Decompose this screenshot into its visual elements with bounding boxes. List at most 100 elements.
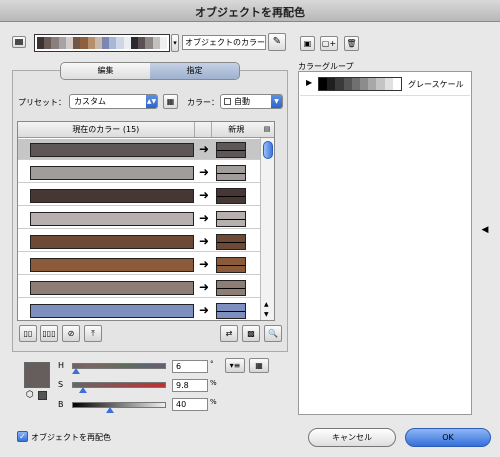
new-color-swatch[interactable] xyxy=(216,142,246,158)
mode-tabs: 編集 指定 xyxy=(60,62,240,80)
brightness-slider[interactable] xyxy=(72,402,166,408)
new-color-swatch[interactable] xyxy=(216,303,246,319)
arrow-right-icon[interactable]: ➜ xyxy=(199,165,209,179)
current-color-bar[interactable] xyxy=(30,304,194,318)
swatch-strip-dropdown[interactable]: ▾ xyxy=(171,34,179,52)
color-rows: ➜ ➜ ➜ ➜ ➜ ➜ ➜ ➜ xyxy=(18,139,262,320)
current-color-bar[interactable] xyxy=(30,143,194,157)
hue-field[interactable]: 6 xyxy=(172,360,208,373)
color-mode-menu-button[interactable]: ▾≡ xyxy=(225,358,245,373)
merge-icon: ▯▯ xyxy=(23,329,33,338)
preset-options-button[interactable]: ▦ xyxy=(163,94,178,109)
column-new[interactable]: 新規 xyxy=(212,122,260,137)
preset-select[interactable]: カスタム ▲▼ xyxy=(69,94,158,109)
table-scrollbar[interactable]: ▲ ▼ xyxy=(260,138,274,320)
saturation-icon: ▩ xyxy=(247,329,255,338)
current-color-bar[interactable] xyxy=(30,212,194,226)
arrow-right-icon[interactable]: ➜ xyxy=(199,211,209,225)
separate-colors-button[interactable]: ▯▯▯ xyxy=(40,325,58,342)
saturation-slider-knob[interactable] xyxy=(79,387,87,393)
brightness-slider-knob[interactable] xyxy=(106,407,114,413)
current-color-bar[interactable] xyxy=(30,258,194,272)
colors-dropdown[interactable]: オブジェクトのカラー xyxy=(182,35,266,50)
chevron-left-icon: ◀ xyxy=(481,225,489,235)
merge-colors-button[interactable]: ▯▯ xyxy=(19,325,37,342)
color-table: 現在のカラー (15) 新規 ▤ ➜ ➜ ➜ ➜ ➜ ➜ ➜ ➜ ▲ ▼ xyxy=(17,121,275,321)
b-label: B xyxy=(58,400,64,409)
new-group-button[interactable]: ▢+ xyxy=(320,36,338,51)
scroll-down-arrow-icon[interactable]: ▼ xyxy=(264,311,269,318)
new-color-swatch[interactable] xyxy=(216,188,246,204)
brightness-unit: % xyxy=(210,398,217,406)
tab-assign[interactable]: 指定 xyxy=(150,63,239,79)
current-color-bar[interactable] xyxy=(30,281,194,295)
recolor-art-checkbox[interactable]: ✓ xyxy=(17,431,28,442)
cancel-button[interactable]: キャンセル xyxy=(308,428,396,447)
swatch-chip xyxy=(37,37,45,49)
gray-chip xyxy=(384,78,393,90)
arrow-right-icon[interactable]: ➜ xyxy=(199,280,209,294)
tab-edit[interactable]: 編集 xyxy=(61,63,150,79)
arrow-right-icon[interactable]: ➜ xyxy=(199,257,209,271)
table-row[interactable]: ➜ xyxy=(18,185,261,206)
s-label: S xyxy=(58,380,64,389)
disclosure-triangle-icon[interactable]: ▶ xyxy=(306,78,312,87)
cube-icon[interactable]: ⬡ xyxy=(26,390,34,400)
exclude-colors-button[interactable]: ⊘ xyxy=(62,325,80,342)
swatch-chip xyxy=(145,37,153,49)
color-mode-select[interactable]: 自動 ▼ xyxy=(220,94,283,109)
new-row-button[interactable]: ⤒ xyxy=(84,325,102,342)
swatch-panel-button[interactable]: ▦ xyxy=(249,358,269,373)
hue-slider-knob[interactable] xyxy=(72,368,80,374)
table-row[interactable]: ➜ xyxy=(18,254,261,275)
grid-icon: ▦ xyxy=(255,361,263,370)
table-row[interactable]: ➜ xyxy=(18,162,261,183)
table-menu-icon[interactable]: ▤ xyxy=(260,122,274,137)
current-color-bar[interactable] xyxy=(30,189,194,203)
swatch-chip xyxy=(94,37,102,49)
color-mode-value: 自動 xyxy=(234,97,250,106)
colors-swatch-strip[interactable] xyxy=(34,34,170,52)
current-color-bar[interactable] xyxy=(30,166,194,180)
arrow-right-icon[interactable]: ➜ xyxy=(199,303,209,317)
table-row[interactable]: ➜ xyxy=(18,231,261,252)
gray-chip xyxy=(368,78,377,90)
current-color-swatch[interactable] xyxy=(24,362,50,388)
ok-button[interactable]: OK xyxy=(405,428,491,447)
color-table-header: 現在のカラー (15) 新規 ▤ xyxy=(18,122,274,138)
table-row[interactable]: ➜ xyxy=(18,208,261,229)
save-group-button[interactable]: ▣ xyxy=(300,36,315,51)
saturation-field[interactable]: 9.8 xyxy=(172,379,208,392)
randomize-order-button[interactable]: ⇄ xyxy=(220,325,238,342)
table-row[interactable]: ➜ xyxy=(18,277,261,298)
scroll-up-arrow-icon[interactable]: ▲ xyxy=(264,301,269,308)
column-arrow xyxy=(195,122,213,137)
new-color-swatch[interactable] xyxy=(216,280,246,296)
color-preview-toggle[interactable] xyxy=(12,36,26,48)
new-color-swatch[interactable] xyxy=(216,211,246,227)
collapse-panel-handle[interactable]: ◀ xyxy=(479,218,491,242)
swatch-chip xyxy=(73,37,81,49)
hue-slider[interactable] xyxy=(72,363,166,369)
find-colors-button[interactable]: 🔍 xyxy=(264,325,282,342)
column-current-colors[interactable]: 現在のカラー (15) xyxy=(18,122,195,137)
current-color-bar[interactable] xyxy=(30,235,194,249)
new-color-swatch[interactable] xyxy=(216,234,246,250)
randomize-saturation-button[interactable]: ▩ xyxy=(242,325,260,342)
swatch-chip xyxy=(109,37,117,49)
arrow-right-icon[interactable]: ➜ xyxy=(199,234,209,248)
delete-group-button[interactable]: 🗑 xyxy=(344,36,359,51)
new-color-swatch[interactable] xyxy=(216,257,246,273)
table-row[interactable]: ➜ xyxy=(18,300,261,320)
fill-square-icon[interactable] xyxy=(38,391,47,400)
scroll-thumb[interactable] xyxy=(263,141,273,159)
brightness-field[interactable]: 40 xyxy=(172,398,208,411)
recolor-art-button[interactable]: ✎ xyxy=(268,33,286,51)
new-group-icon: ▢+ xyxy=(321,39,337,48)
arrow-right-icon[interactable]: ➜ xyxy=(199,142,209,156)
table-row[interactable]: ➜ xyxy=(18,139,261,160)
color-group-row[interactable]: ▶ グレースケール xyxy=(300,73,470,96)
new-color-swatch[interactable] xyxy=(216,165,246,181)
arrow-right-icon[interactable]: ➜ xyxy=(199,188,209,202)
save-icon: ▣ xyxy=(303,39,312,48)
